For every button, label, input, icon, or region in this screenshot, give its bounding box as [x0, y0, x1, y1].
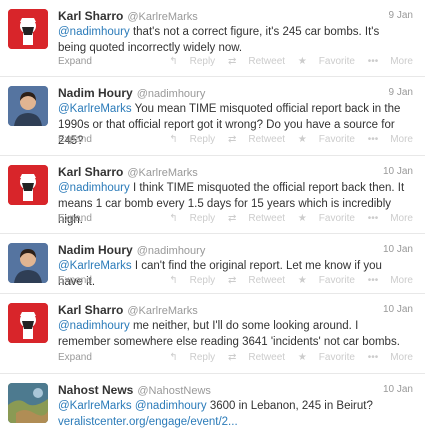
expand-link[interactable]: Expand — [58, 213, 92, 224]
mention-link[interactable]: @KarlreMarks @nadimhoury — [58, 400, 207, 412]
user-handle[interactable]: @NahostNews — [137, 385, 211, 397]
mention-link[interactable]: @nadimhoury — [58, 26, 130, 38]
tweet[interactable]: Karl Sharro @KarlreMarks 9 Jan @nadimhour… — [0, 0, 425, 77]
dots-icon: ••• — [367, 352, 379, 363]
dots-icon: ••• — [367, 56, 379, 67]
reply-arrow-icon: ↰ — [169, 275, 178, 286]
more-button[interactable]: ••• More — [368, 275, 413, 286]
reply-arrow-icon: ↰ — [169, 56, 178, 67]
avatar[interactable] — [8, 383, 48, 423]
avatar[interactable] — [8, 9, 48, 49]
retweet-button[interactable]: ⇄ Retweet — [228, 56, 285, 67]
tweet[interactable]: Nahost News @NahostNews 10 Jan @KarlreMar… — [0, 374, 425, 428]
tweet-actions: ↰ Reply ⇄ Retweet ★ Favorite ••• More — [159, 56, 413, 67]
dots-icon: ••• — [367, 213, 379, 224]
tweet-text: @nadimhoury that's not a correct figure,… — [58, 26, 380, 54]
user-handle[interactable]: @KarlreMarks — [127, 305, 197, 317]
tweet-date[interactable]: 10 Jan — [383, 244, 413, 255]
tweet[interactable]: Karl Sharro @KarlreMarks 10 Jan @nadimhou… — [0, 156, 425, 234]
favorite-button[interactable]: ★ Favorite — [298, 352, 355, 363]
retweet-icon: ⇄ — [227, 56, 237, 67]
reply-arrow-icon: ↰ — [169, 352, 178, 363]
avatar[interactable] — [8, 86, 48, 126]
retweet-icon: ⇄ — [227, 352, 237, 363]
reply-arrow-icon: ↰ — [169, 213, 178, 224]
reply-button[interactable]: ↰ Reply — [169, 352, 215, 363]
more-button[interactable]: ••• More — [368, 352, 413, 363]
avatar[interactable] — [8, 165, 48, 205]
tweet[interactable]: Karl Sharro @KarlreMarks 10 Jan @nadimhou… — [0, 294, 425, 374]
tweet-date[interactable]: 10 Jan — [383, 304, 413, 315]
tweet-date[interactable]: 10 Jan — [383, 166, 413, 177]
tweet-feed: Karl Sharro @KarlreMarks 9 Jan @nadimhour… — [0, 0, 425, 428]
reply-button[interactable]: ↰ Reply — [169, 275, 215, 286]
star-icon: ★ — [297, 134, 307, 145]
tweet[interactable]: Nadim Houry @nadimhoury 9 Jan @KarlreMark… — [0, 77, 425, 156]
url-link[interactable]: veralistcenter.org/engage/event/2... — [58, 416, 238, 428]
favorite-button[interactable]: ★ Favorite — [298, 56, 355, 67]
retweet-icon: ⇄ — [227, 213, 237, 224]
star-icon: ★ — [297, 275, 307, 286]
tweet-date[interactable]: 10 Jan — [383, 384, 413, 395]
mention-link[interactable]: @nadimhoury — [58, 182, 130, 194]
expand-link[interactable]: Expand — [58, 134, 92, 145]
mention-link[interactable]: @KarlreMarks — [58, 103, 132, 115]
star-icon: ★ — [297, 56, 307, 67]
tweet-text: @KarlreMarks @nadimhoury 3600 in Lebanon… — [58, 400, 373, 428]
expand-link[interactable]: Expand — [58, 352, 92, 363]
mention-link[interactable]: @KarlreMarks — [58, 260, 132, 272]
star-icon: ★ — [297, 213, 307, 224]
tweet-date[interactable]: 9 Jan — [389, 87, 413, 98]
favorite-button[interactable]: ★ Favorite — [298, 213, 355, 224]
star-icon: ★ — [297, 352, 307, 363]
tweet-date[interactable]: 9 Jan — [389, 10, 413, 21]
tweet-actions: ↰ Reply ⇄ Retweet ★ Favorite ••• More — [159, 275, 413, 286]
display-name[interactable]: Nadim Houry @nadimhoury — [58, 86, 205, 100]
display-name[interactable]: Karl Sharro @KarlreMarks — [58, 9, 198, 23]
favorite-button[interactable]: ★ Favorite — [298, 275, 355, 286]
reply-button[interactable]: ↰ Reply — [169, 56, 215, 67]
retweet-button[interactable]: ⇄ Retweet — [228, 352, 285, 363]
user-handle[interactable]: @KarlreMarks — [127, 11, 197, 23]
display-name[interactable]: Karl Sharro @KarlreMarks — [58, 165, 198, 179]
user-handle[interactable]: @nadimhoury — [137, 88, 206, 100]
tweet-actions: ↰ Reply ⇄ Retweet ★ Favorite ••• More — [159, 213, 413, 224]
avatar[interactable] — [8, 303, 48, 343]
reply-button[interactable]: ↰ Reply — [169, 134, 215, 145]
user-handle[interactable]: @KarlreMarks — [127, 167, 197, 179]
display-name[interactable]: Nadim Houry @nadimhoury — [58, 243, 205, 257]
avatar[interactable] — [8, 243, 48, 283]
tweet[interactable]: Nadim Houry @nadimhoury 10 Jan @KarlreMar… — [0, 234, 425, 294]
display-name[interactable]: Karl Sharro @KarlreMarks — [58, 303, 198, 317]
tweet-actions: ↰ Reply ⇄ Retweet ★ Favorite ••• More — [159, 352, 413, 363]
favorite-button[interactable]: ★ Favorite — [298, 134, 355, 145]
retweet-button[interactable]: ⇄ Retweet — [228, 275, 285, 286]
tweet-text: @nadimhoury me neither, but I'll do some… — [58, 320, 400, 348]
reply-arrow-icon: ↰ — [169, 134, 178, 145]
expand-link[interactable]: Expand — [58, 56, 92, 67]
retweet-icon: ⇄ — [227, 275, 237, 286]
dots-icon: ••• — [367, 275, 379, 286]
mention-link[interactable]: @nadimhoury — [58, 320, 130, 332]
more-button[interactable]: ••• More — [368, 213, 413, 224]
dots-icon: ••• — [367, 134, 379, 145]
expand-link[interactable]: Expand — [58, 275, 92, 286]
user-handle[interactable]: @nadimhoury — [137, 245, 206, 257]
reply-button[interactable]: ↰ Reply — [169, 213, 215, 224]
more-button[interactable]: ••• More — [368, 134, 413, 145]
more-button[interactable]: ••• More — [368, 56, 413, 67]
tweet-actions: ↰ Reply ⇄ Retweet ★ Favorite ••• More — [159, 134, 413, 145]
retweet-icon: ⇄ — [227, 134, 237, 145]
retweet-button[interactable]: ⇄ Retweet — [228, 213, 285, 224]
display-name[interactable]: Nahost News @NahostNews — [58, 383, 211, 397]
retweet-button[interactable]: ⇄ Retweet — [228, 134, 285, 145]
